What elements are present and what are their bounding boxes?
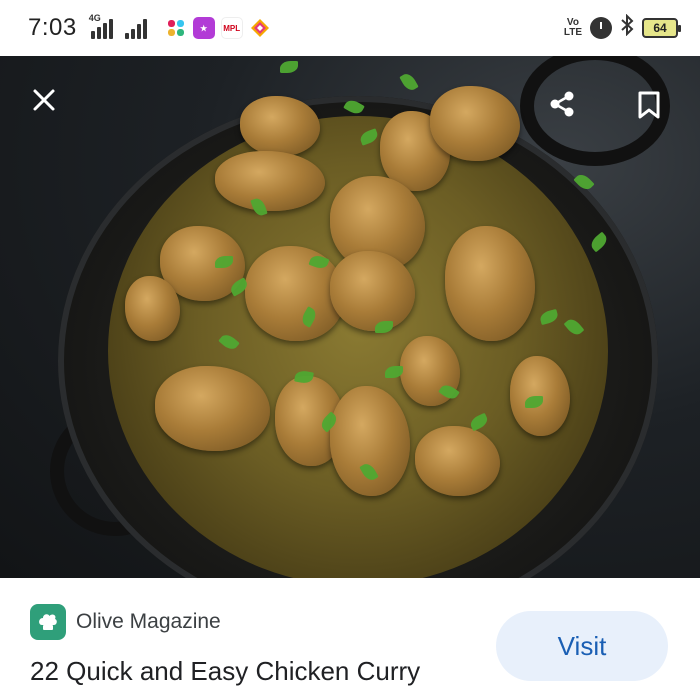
battery-icon: 64 bbox=[642, 18, 681, 38]
chicken-piece bbox=[125, 276, 180, 341]
recipe-title[interactable]: 22 Quick and Easy Chicken Curry bbox=[30, 656, 420, 687]
coriander-leaf bbox=[399, 71, 419, 93]
bookmark-icon bbox=[638, 91, 660, 119]
bluetooth-icon bbox=[620, 13, 634, 42]
chef-hat-icon bbox=[30, 604, 66, 640]
visit-button[interactable]: Visit bbox=[496, 611, 668, 681]
source-row[interactable]: Olive Magazine bbox=[30, 604, 221, 640]
chicken-piece bbox=[430, 86, 520, 161]
close-icon bbox=[33, 89, 55, 111]
coriander-leaf bbox=[280, 61, 298, 73]
network-tag: 4G bbox=[88, 13, 101, 23]
volte-icon: Vo LTE bbox=[564, 18, 582, 38]
volte-line2: LTE bbox=[563, 27, 582, 38]
share-button[interactable] bbox=[540, 82, 584, 126]
alarm-icon bbox=[590, 17, 612, 39]
close-button[interactable] bbox=[22, 78, 66, 122]
chicken-piece bbox=[240, 96, 320, 156]
signal-icon bbox=[124, 17, 147, 39]
notification-icons: ★ MPL bbox=[164, 17, 271, 39]
mpl-icon: MPL bbox=[220, 17, 243, 39]
app-diamond-icon bbox=[248, 17, 271, 39]
signal-group: 4G bbox=[89, 13, 147, 39]
screen: 7:03 4G ★ MPL Vo LTE 64 Olive Magazine V… bbox=[0, 0, 700, 700]
recipe-image[interactable] bbox=[0, 56, 700, 578]
status-bar: 7:03 4G ★ MPL Vo LTE 64 bbox=[0, 0, 700, 56]
status-time: 7:03 bbox=[28, 14, 77, 41]
slack-icon bbox=[164, 17, 187, 39]
bookmark-button[interactable] bbox=[627, 83, 671, 127]
chicken-piece bbox=[215, 151, 325, 211]
app-star-icon: ★ bbox=[192, 17, 215, 39]
recipe-card: Olive Magazine Visit 22 Quick and Easy C… bbox=[0, 578, 700, 700]
source-name: Olive Magazine bbox=[76, 610, 221, 633]
share-icon bbox=[550, 91, 574, 117]
signal-4g-icon: 4G bbox=[89, 13, 113, 39]
chicken-piece bbox=[415, 426, 500, 496]
status-right: Vo LTE 64 bbox=[564, 13, 681, 42]
